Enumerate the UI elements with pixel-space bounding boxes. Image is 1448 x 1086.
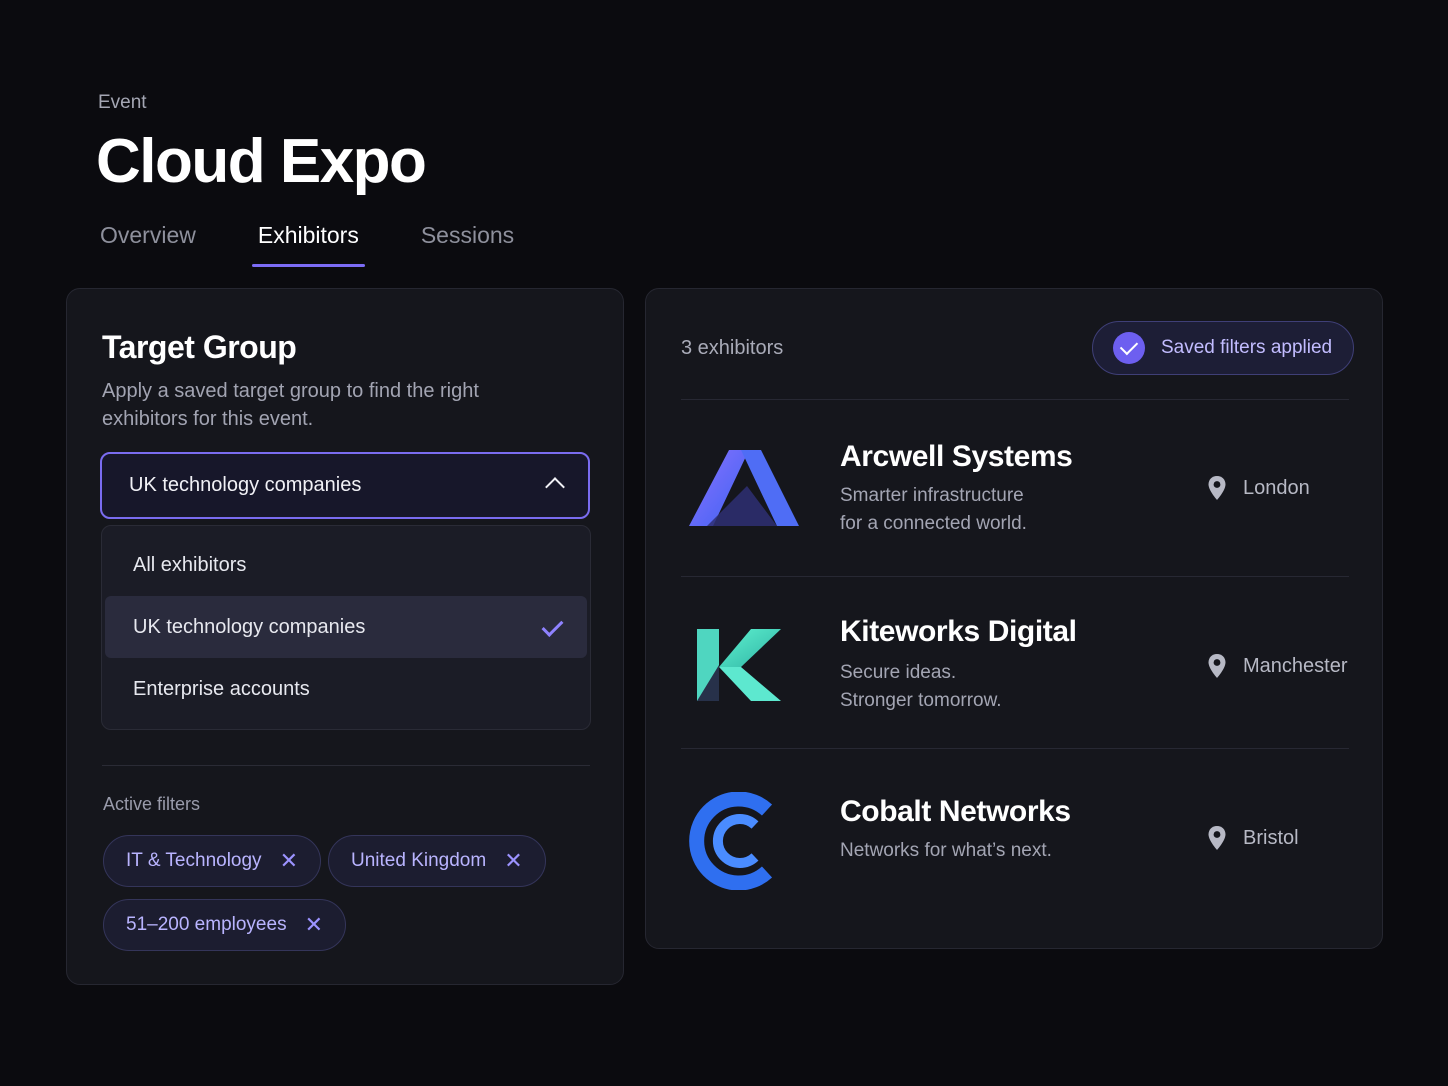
exhibitor-location: Manchester (1207, 653, 1348, 679)
filter-chip-employees: 51–200 employees ✕ (103, 899, 347, 951)
exhibitor-row-arcwell[interactable]: Arcwell Systems Smarter infrastructure f… (681, 400, 1349, 576)
map-pin-icon (1208, 826, 1226, 850)
exhibitor-count: 3 exhibitors (681, 337, 784, 359)
check-circle-icon (1113, 332, 1145, 364)
filter-chip-it-technology: IT & Technology ✕ (103, 835, 321, 887)
option-label: Enterprise accounts (133, 677, 310, 700)
exhibitor-tagline: Networks for what’s next. (840, 837, 1140, 865)
target-group-title: Target Group (102, 329, 297, 365)
page-eyebrow: Event (98, 92, 147, 113)
tab-exhibitors[interactable]: Exhibitors (251, 222, 365, 267)
cobalt-c-logo (689, 792, 773, 890)
divider (102, 765, 590, 766)
select-value: UK technology companies (129, 474, 362, 496)
exhibitor-tagline: Smarter infrastructure for a connected w… (840, 482, 1140, 538)
chip-label: United Kingdom (351, 850, 487, 871)
checkmark-icon (541, 615, 564, 637)
target-group-dropdown: All exhibitors UK technology companies E… (101, 525, 591, 730)
tagline-line: Stronger tomorrow. (840, 690, 1002, 711)
option-enterprise-accounts[interactable]: Enterprise accounts (105, 658, 587, 720)
exhibitor-name: Arcwell Systems (840, 440, 1073, 473)
saved-filters-label: Saved filters applied (1161, 337, 1333, 358)
option-label: All exhibitors (133, 553, 247, 576)
active-filters-label: Active filters (103, 794, 201, 814)
location-label: Bristol (1243, 826, 1299, 849)
tab-sessions[interactable]: Sessions (421, 222, 514, 267)
page: Event Cloud Expo Overview Exhibitors Ses… (0, 0, 1448, 1086)
map-pin-icon (1208, 654, 1226, 678)
chip-label: IT & Technology (126, 850, 262, 871)
tagline-line: Networks for what’s next. (840, 840, 1052, 861)
tab-bar: Overview Exhibitors Sessions (100, 222, 576, 267)
option-label: UK technology companies (133, 615, 366, 638)
exhibitor-name: Cobalt Networks (840, 795, 1071, 828)
chevron-up-icon (545, 477, 565, 497)
option-all-exhibitors[interactable]: All exhibitors (105, 534, 587, 596)
target-group-select[interactable]: UK technology companies (100, 452, 590, 519)
exhibitor-row-kiteworks[interactable]: Kiteworks Digital Secure ideas. Stronger… (681, 577, 1349, 748)
exhibitor-name: Kiteworks Digital (840, 615, 1077, 648)
location-label: Manchester (1243, 654, 1348, 677)
map-pin-icon (1208, 476, 1226, 500)
kiteworks-k-logo (697, 629, 781, 701)
exhibitor-location: Bristol (1207, 825, 1299, 851)
exhibitors-panel: 3 exhibitors Saved filters applied Arcwe… (645, 288, 1383, 949)
tagline-line: for a connected world. (840, 513, 1027, 534)
page-title: Cloud Expo (96, 127, 427, 196)
tab-overview[interactable]: Overview (100, 222, 196, 267)
exhibitor-location: London (1207, 475, 1310, 501)
arcwell-a-logo (689, 450, 799, 526)
location-label: London (1243, 476, 1310, 499)
close-icon[interactable]: ✕ (504, 850, 522, 872)
exhibitor-tagline: Secure ideas. Stronger tomorrow. (840, 659, 1140, 715)
target-group-description: Apply a saved target group to find the r… (102, 380, 479, 430)
exhibitor-row-cobalt[interactable]: Cobalt Networks Networks for what’s next… (681, 749, 1349, 939)
close-icon[interactable]: ✕ (280, 850, 298, 872)
chip-label: 51–200 employees (126, 914, 287, 935)
option-uk-technology-companies[interactable]: UK technology companies (105, 596, 587, 658)
saved-filters-badge[interactable]: Saved filters applied (1092, 321, 1354, 375)
tagline-line: Smarter infrastructure (840, 485, 1024, 506)
tagline-line: Secure ideas. (840, 662, 957, 683)
close-icon[interactable]: ✕ (305, 914, 323, 936)
filter-chip-united-kingdom: United Kingdom ✕ (328, 835, 546, 887)
target-group-panel: Target Group Apply a saved target group … (66, 288, 624, 985)
